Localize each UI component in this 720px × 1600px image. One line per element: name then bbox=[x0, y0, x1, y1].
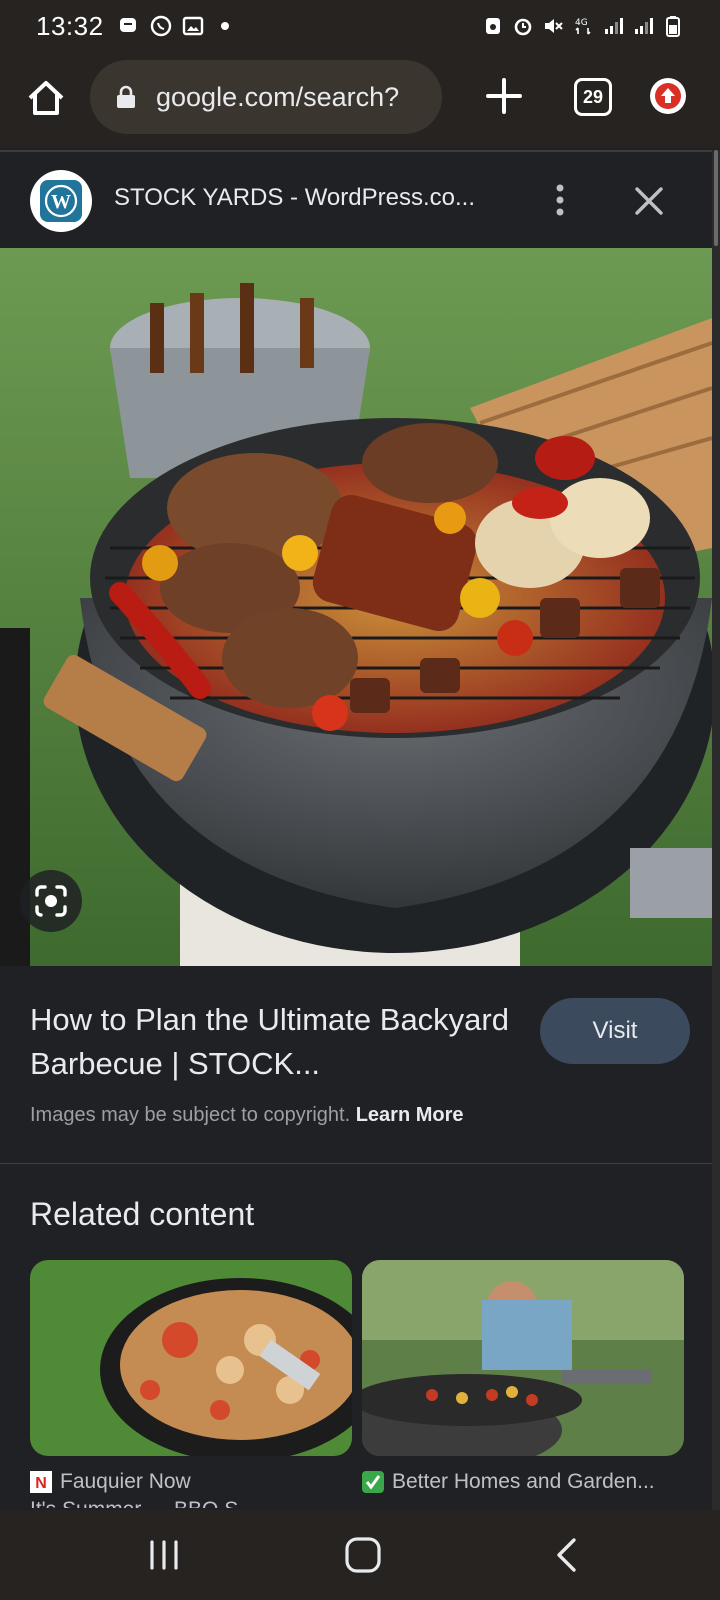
related-source-label: Better Homes and Garden... bbox=[392, 1470, 655, 1493]
browser-toolbar: google.com/search? 29 bbox=[0, 52, 720, 148]
lock-icon bbox=[117, 85, 135, 108]
update-button[interactable] bbox=[650, 78, 686, 114]
related-item-title-peek: It's Summer — BBQ S... bbox=[30, 1498, 256, 1508]
url-bar[interactable]: google.com/search? bbox=[90, 60, 442, 134]
wordpress-w-icon: W bbox=[40, 180, 82, 222]
logo-letter: W bbox=[51, 191, 71, 213]
alarm-icon bbox=[514, 18, 532, 36]
source-header: W STOCK YARDS - WordPress.co... bbox=[0, 150, 712, 248]
related-thumbnail[interactable] bbox=[30, 1260, 352, 1456]
url-text: google.com/search? bbox=[156, 81, 400, 112]
lens-icon bbox=[35, 885, 67, 917]
grill-photo bbox=[0, 248, 712, 966]
whatsapp-icon bbox=[150, 15, 171, 37]
new-tab-plus-icon[interactable] bbox=[484, 76, 524, 116]
battery-icon bbox=[666, 16, 680, 37]
page-scrollbar[interactable] bbox=[712, 150, 720, 1510]
learn-more-link[interactable]: Learn More bbox=[356, 1104, 464, 1126]
system-nav-bar bbox=[0, 1510, 720, 1600]
related-item-fauquier[interactable]: N Fauquier Now bbox=[30, 1260, 352, 1494]
messenger-icon bbox=[119, 18, 136, 32]
mute-icon bbox=[545, 19, 563, 33]
signal-2-icon bbox=[635, 18, 653, 34]
update-arrow-icon bbox=[655, 83, 681, 109]
result-title[interactable]: How to Plan the Ultimate Backyard Barbec… bbox=[30, 998, 510, 1086]
copyright-text: Images may be subject to copyright. bbox=[30, 1104, 351, 1126]
tab-switcher-button[interactable]: 29 bbox=[574, 78, 612, 116]
scrollbar-thumb[interactable] bbox=[714, 150, 718, 246]
related-item-better-homes[interactable]: Better Homes and Garden... bbox=[362, 1260, 684, 1494]
nav-home-icon[interactable] bbox=[344, 1536, 382, 1574]
related-thumbnail-image bbox=[362, 1260, 684, 1456]
related-thumbnail[interactable] bbox=[362, 1260, 684, 1456]
back-icon[interactable] bbox=[554, 1536, 578, 1574]
network-4g-icon: 4G bbox=[575, 18, 591, 35]
visit-button[interactable]: Visit bbox=[540, 998, 690, 1064]
svg-text:4G: 4G bbox=[575, 18, 588, 28]
main-image-grill[interactable] bbox=[0, 248, 712, 966]
gallery-icon bbox=[182, 16, 203, 36]
close-icon[interactable] bbox=[632, 184, 666, 218]
copyright-notice: Images may be subject to copyright. Lear… bbox=[30, 1104, 464, 1127]
home-icon[interactable] bbox=[24, 76, 68, 120]
notification-dot-icon bbox=[220, 22, 229, 30]
recycle-icon bbox=[486, 18, 500, 34]
favicon-letter: N bbox=[35, 1475, 47, 1492]
related-source-label: Fauquier Now bbox=[60, 1470, 191, 1493]
status-bar: 13:32 4G bbox=[0, 0, 720, 52]
signal-1-icon bbox=[605, 18, 623, 34]
more-options-icon[interactable] bbox=[548, 180, 572, 220]
recents-icon[interactable] bbox=[146, 1538, 182, 1572]
wordpress-logo-icon: W bbox=[30, 170, 92, 232]
section-divider bbox=[0, 1163, 712, 1164]
related-thumbnail-image bbox=[30, 1260, 352, 1456]
google-lens-button[interactable] bbox=[20, 870, 82, 932]
fauquier-now-favicon-icon: N bbox=[30, 1471, 52, 1493]
tab-count: 29 bbox=[582, 86, 604, 107]
related-content-heading: Related content bbox=[30, 1196, 255, 1232]
better-homes-favicon-icon bbox=[362, 1471, 384, 1493]
site-title[interactable]: STOCK YARDS - WordPress.co... bbox=[114, 184, 475, 212]
status-time: 13:32 bbox=[36, 10, 104, 41]
